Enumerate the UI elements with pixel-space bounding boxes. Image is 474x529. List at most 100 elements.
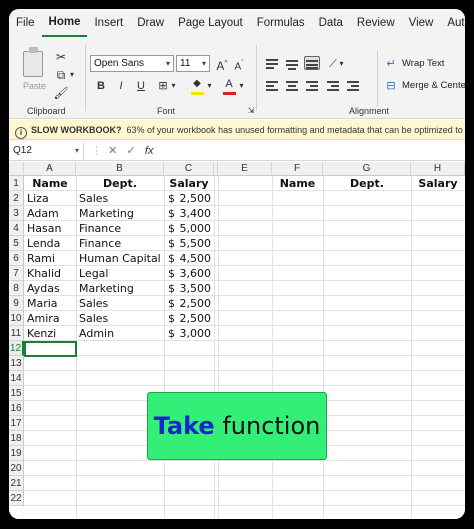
row-header[interactable]: 6 [9,251,24,266]
merge-center-button[interactable]: Merge & Center [402,80,465,91]
row-header[interactable]: 3 [9,206,24,221]
row-header[interactable]: 2 [9,191,24,206]
menu-home[interactable]: Home [41,9,88,37]
name-cell[interactable]: Rami [27,251,76,266]
column-header-h[interactable]: H [411,162,465,176]
menu-page-layout[interactable]: Page Layout [171,9,250,37]
cancel-icon[interactable]: ✕ [108,145,117,157]
grow-font-button[interactable]: A^ [214,56,230,73]
column-header-c[interactable]: C [164,162,214,176]
menu-automate[interactable]: Automate [440,9,465,37]
dept-cell[interactable]: Finance [79,236,164,251]
italic-button[interactable]: I [113,78,129,94]
format-painter-icon[interactable]: 🖌 [53,85,69,101]
menu-data[interactable]: Data [312,9,350,37]
row-header[interactable]: 13 [9,356,24,371]
wrap-text-icon[interactable]: ↵ [383,56,399,72]
merge-center-icon[interactable]: ⊟ [383,78,399,94]
name-cell[interactable]: Liza [27,191,76,206]
column-header-b[interactable]: B [76,162,164,176]
align-bottom-icon[interactable] [304,56,320,70]
name-cell[interactable]: Aydas [27,281,76,296]
name-cell[interactable]: Hasan [27,221,76,236]
align-right-icon[interactable] [304,79,320,93]
row-header[interactable]: 17 [9,416,24,431]
row-header[interactable]: 5 [9,236,24,251]
name-cell[interactable]: Lenda [27,236,76,251]
dept-cell[interactable]: Finance [79,221,164,236]
menu-file[interactable]: File [9,9,42,37]
name-cell[interactable]: Amira [27,311,76,326]
row-header[interactable]: 20 [9,461,24,476]
menu-review[interactable]: Review [350,9,402,37]
output-header-salary-cell[interactable]: Salary [411,176,465,191]
salary-cell[interactable]: 3,500 [169,281,212,296]
decrease-indent-icon[interactable] [325,79,341,93]
row-header[interactable]: 14 [9,371,24,386]
cut-icon[interactable]: ✂ [53,49,69,65]
row-header[interactable]: 4 [9,221,24,236]
header-dept-cell[interactable]: Dept. [76,176,164,191]
name-cell[interactable]: Maria [27,296,76,311]
column-header-e[interactable]: E [218,162,272,176]
underline-button[interactable]: U [133,78,149,94]
row-header[interactable]: 11 [9,326,24,341]
dept-cell[interactable]: Human Capital [79,251,164,266]
font-name-select[interactable]: Open Sans ▾ [90,55,174,72]
dept-cell[interactable]: Admin [79,326,164,341]
dept-cell[interactable]: Sales [79,296,164,311]
header-salary-cell[interactable]: Salary [164,176,214,191]
row-header[interactable]: 16 [9,401,24,416]
dept-cell[interactable]: Sales [79,191,164,206]
align-top-icon[interactable] [264,57,280,71]
row-header[interactable]: 15 [9,386,24,401]
dept-cell[interactable]: Marketing [79,281,164,296]
header-name-cell[interactable]: Name [24,176,76,191]
salary-cell[interactable]: 2,500 [169,311,212,326]
increase-indent-icon[interactable] [345,79,361,93]
wrap-text-button[interactable]: Wrap Text [402,58,444,69]
name-cell[interactable]: Adam [27,206,76,221]
menu-formulas[interactable]: Formulas [250,9,312,37]
fill-color-button[interactable]: ◆ [189,76,205,92]
chevron-down-icon[interactable]: ▾ [205,78,214,94]
bold-button[interactable]: B [93,78,109,94]
output-header-name-cell[interactable]: Name [272,176,323,191]
paste-button[interactable] [23,47,47,77]
name-cell[interactable]: Khalid [27,266,76,281]
dept-cell[interactable]: Sales [79,311,164,326]
menu-insert[interactable]: Insert [87,9,130,37]
worksheet-grid[interactable]: A B C E F G H 1 2 3 4 5 6 7 8 9 10 11 12 13 14 15 16 17 1… [9,162,465,519]
row-header[interactable]: 7 [9,266,24,281]
row-header[interactable]: 9 [9,296,24,311]
align-center-icon[interactable] [284,79,300,93]
chevron-down-icon[interactable]: ▾ [169,78,178,94]
chevron-down-icon[interactable]: ▾ [237,78,246,94]
copy-dropdown-icon[interactable]: ▾ [67,67,77,83]
menu-draw[interactable]: Draw [130,9,171,37]
salary-cell[interactable]: 2,500 [169,191,212,206]
shrink-font-button[interactable]: Aˇ [231,56,247,72]
menu-view[interactable]: View [402,9,441,37]
select-all-corner[interactable] [9,162,24,176]
salary-cell[interactable]: 5,500 [169,236,212,251]
column-header-g[interactable]: G [323,162,411,176]
name-box[interactable]: Q12 ▾ [9,141,84,161]
font-color-button[interactable]: A [221,76,237,92]
name-cell[interactable]: Kenzi [27,326,76,341]
align-left-icon[interactable] [264,79,280,93]
row-header[interactable]: 19 [9,446,24,461]
row-header[interactable]: 8 [9,281,24,296]
font-size-select[interactable]: 11 ▾ [176,55,210,72]
salary-cell[interactable]: 2,500 [169,296,212,311]
chevron-down-icon[interactable]: ▾ [337,56,346,72]
column-header-a[interactable]: A [24,162,76,176]
row-header[interactable]: 22 [9,491,24,506]
row-header[interactable]: 12 [9,341,24,356]
dept-cell[interactable]: Marketing [79,206,164,221]
row-header[interactable]: 1 [9,176,24,191]
insert-function-icon[interactable]: fx [145,145,154,157]
column-header-f[interactable]: F [272,162,323,176]
confirm-icon[interactable]: ✓ [127,145,136,157]
salary-cell[interactable]: 3,600 [169,266,212,281]
